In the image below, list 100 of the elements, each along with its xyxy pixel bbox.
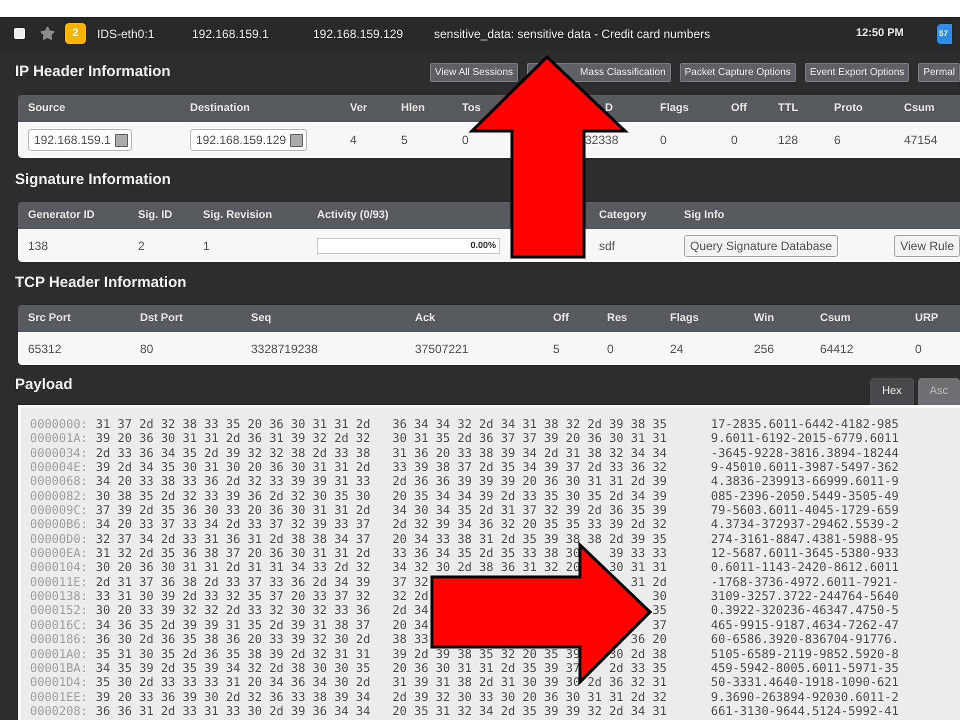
table-cell-text: 37507221 bbox=[415, 340, 468, 358]
ascii-text: 12-5687.6011-3645-5380-933 bbox=[710, 546, 899, 560]
hex-bytes: 36 36 31 2d 33 31 33 30 2d 39 36 34 34 bbox=[96, 704, 370, 718]
hex-bytes: 30 20 36 30 31 31 2d 31 31 34 33 2d 32 bbox=[96, 560, 370, 575]
ascii-text: -1768-3736-4972.6011-7921- bbox=[710, 574, 899, 590]
toolbar-button[interactable]: Event Export Options bbox=[804, 63, 910, 82]
table-cell-text: 0 bbox=[731, 132, 738, 149]
offset-label: 0000034: bbox=[30, 446, 88, 460]
ascii-text: 50-3331.4640-1918-1090-621 bbox=[710, 675, 899, 690]
ascii-text: 0.3922-320236-46347.4750-5 bbox=[710, 603, 899, 618]
table-cell-text: 256 bbox=[754, 340, 774, 358]
hex-bytes: 34 30 34 35 2d 31 37 32 39 2d 36 35 39 bbox=[392, 503, 667, 518]
offset-label: 00001EE: bbox=[30, 690, 88, 704]
activity-reading: 0.00% bbox=[470, 238, 496, 252]
column-header: Csum bbox=[904, 102, 935, 114]
hex-bytes: 20 35 34 34 39 2d 33 35 30 35 2d 34 39 bbox=[392, 488, 667, 504]
toolbar-button[interactable]: View All Sessions bbox=[430, 63, 518, 82]
toolbar-button[interactable]: Packet Capture Options bbox=[680, 63, 796, 82]
hex-bytes: 20 34 bbox=[392, 618, 428, 632]
offset-label: 000009C: bbox=[30, 503, 88, 518]
hex-bytes: 35 31 30 35 2d 36 35 38 39 2d 32 31 31 bbox=[96, 646, 370, 661]
offset-label: 0000082: bbox=[30, 488, 88, 504]
ascii-text: 9.3690-263894-92030.6011-2 bbox=[710, 690, 899, 704]
table-cell-text: 3328719238 bbox=[251, 340, 318, 358]
query-button[interactable]: Query Signature Database bbox=[684, 234, 838, 256]
offset-label: 000001A: bbox=[30, 431, 88, 446]
hex-bytes: 34 20 33 37 33 34 2d 33 37 32 39 33 37 bbox=[96, 517, 370, 532]
ascii-text: 661-3130-9644.5124-5992-41 bbox=[710, 704, 899, 718]
column-header: Off bbox=[553, 312, 569, 324]
offset-label: 0000138: bbox=[30, 589, 88, 604]
section-title: TCP Header Information bbox=[14, 273, 186, 294]
toolbar-button[interactable]: Permal bbox=[918, 63, 960, 82]
column-header: Sig. Revision bbox=[203, 209, 272, 222]
offset-label: 0000208: bbox=[30, 704, 88, 718]
address-field[interactable]: 192.168.159.1 bbox=[28, 129, 132, 151]
offset-label: 00000EA: bbox=[30, 546, 88, 560]
table-cell-text: 6 bbox=[834, 132, 841, 149]
address-field[interactable]: 192.168.159.129 bbox=[190, 129, 308, 151]
table-cell-text: 2 bbox=[138, 238, 145, 254]
hex-bytes: 39 2d 34 35 30 31 30 20 36 30 31 31 2d bbox=[96, 460, 370, 474]
column-header: Sig Info bbox=[684, 209, 724, 222]
column-header: Ver bbox=[350, 102, 368, 114]
ascii-text: 0.6011-1143-2420-8612.6011 bbox=[710, 560, 899, 575]
column-header: Sig. ID bbox=[138, 209, 172, 222]
ascii-text: 465-9915-9187.4634-7262-47 bbox=[710, 618, 899, 632]
offset-label: 0000000: bbox=[30, 417, 88, 432]
hex-bytes: 20 36 30 31 31 2d 35 39 37 bbox=[392, 660, 580, 676]
table-cell-text: 47154 bbox=[904, 132, 938, 149]
ascii-text: 60-6586.3920-836704-91776. bbox=[710, 632, 899, 646]
column-header: Category bbox=[599, 209, 647, 222]
table-cell-text: 24 bbox=[670, 340, 684, 358]
offset-label: 00000D0: bbox=[30, 532, 88, 546]
sensor-name: IDS-eth0:1 bbox=[97, 26, 156, 42]
hex-bytes: 39 33 33 bbox=[609, 546, 667, 560]
offset-label: 000011E: bbox=[30, 574, 88, 590]
hex-bytes: 38 33 bbox=[392, 632, 428, 646]
view-rule-button[interactable]: View Rule bbox=[894, 234, 960, 256]
table-cell-text: sdf bbox=[599, 238, 616, 254]
ascii-text: 9.6011-6192-2015-6779.6011 bbox=[710, 431, 899, 446]
column-header: Source bbox=[28, 102, 66, 114]
column-header: Dst Port bbox=[140, 312, 183, 324]
hex-bytes: 39 20 33 36 39 30 2d 32 36 33 38 39 34 bbox=[96, 690, 370, 704]
hex-bytes: 36 30 2d 36 35 38 36 20 33 39 32 30 2d bbox=[96, 632, 370, 646]
count-badge: 2 bbox=[65, 23, 86, 44]
checkbox[interactable] bbox=[14, 28, 25, 39]
column-header: URP bbox=[915, 312, 938, 324]
ascii-text: 3109-3257.3722-244764-5640 bbox=[710, 589, 899, 604]
offset-label: 000016C: bbox=[30, 618, 88, 632]
column-header: Res bbox=[607, 312, 628, 324]
section-title: Signature Information bbox=[14, 170, 171, 190]
hex-bytes: 31 37 2d 32 38 33 35 20 36 30 31 31 2d bbox=[96, 417, 370, 432]
ascii-text: 4.3836-239913-66999.6011-9 bbox=[710, 474, 899, 489]
hex-bytes: 31 32 2d 35 36 38 37 20 36 30 31 31 2d bbox=[96, 546, 370, 560]
count-badge: 57 bbox=[937, 24, 952, 44]
hex-bytes: 34 35 39 2d 35 39 34 32 2d 38 30 30 35 bbox=[96, 660, 370, 676]
hex-bytes: 33 31 30 39 2d 33 32 35 37 20 33 37 32 bbox=[96, 589, 370, 604]
hex-bytes: 30 38 35 2d 32 33 39 36 2d 32 30 35 30 bbox=[96, 488, 370, 504]
ascii-text: 17-2835.6011-6442-4182-985 bbox=[710, 417, 899, 432]
column-header: Src Port bbox=[28, 312, 71, 324]
hex-bytes: 2d 33 35 bbox=[609, 660, 667, 676]
event-message: sensitive_data: sensitive data - Credit card numbers bbox=[434, 26, 712, 42]
ascii-text: -3645-9228-3816.3894-18244 bbox=[710, 446, 899, 460]
hex-bytes: 31 36 20 33 38 39 34 2d 31 38 32 34 34 bbox=[392, 446, 667, 460]
column-header: Generator ID bbox=[28, 209, 95, 222]
offset-label: 0000186: bbox=[30, 632, 88, 646]
table-cell-text: 64412 bbox=[820, 340, 854, 358]
table-cell-text: 0 bbox=[660, 132, 667, 149]
hex-bytes: 37 bbox=[652, 618, 667, 632]
table-cell-text: 65312 bbox=[28, 340, 62, 358]
hex-bytes: 2d 34 bbox=[392, 603, 428, 618]
column-header: Flags bbox=[670, 312, 699, 324]
table-cell-text: 5 bbox=[401, 132, 408, 149]
hex-bytes: 30 bbox=[652, 589, 667, 604]
square-icon bbox=[114, 134, 128, 146]
column-header: D bbox=[605, 102, 613, 114]
view-tab[interactable]: Hex bbox=[870, 378, 914, 405]
offset-label: 00001D4: bbox=[30, 675, 88, 690]
star-icon[interactable] bbox=[40, 26, 55, 41]
offset-label: 000004E: bbox=[30, 460, 88, 474]
square-icon bbox=[290, 134, 304, 146]
